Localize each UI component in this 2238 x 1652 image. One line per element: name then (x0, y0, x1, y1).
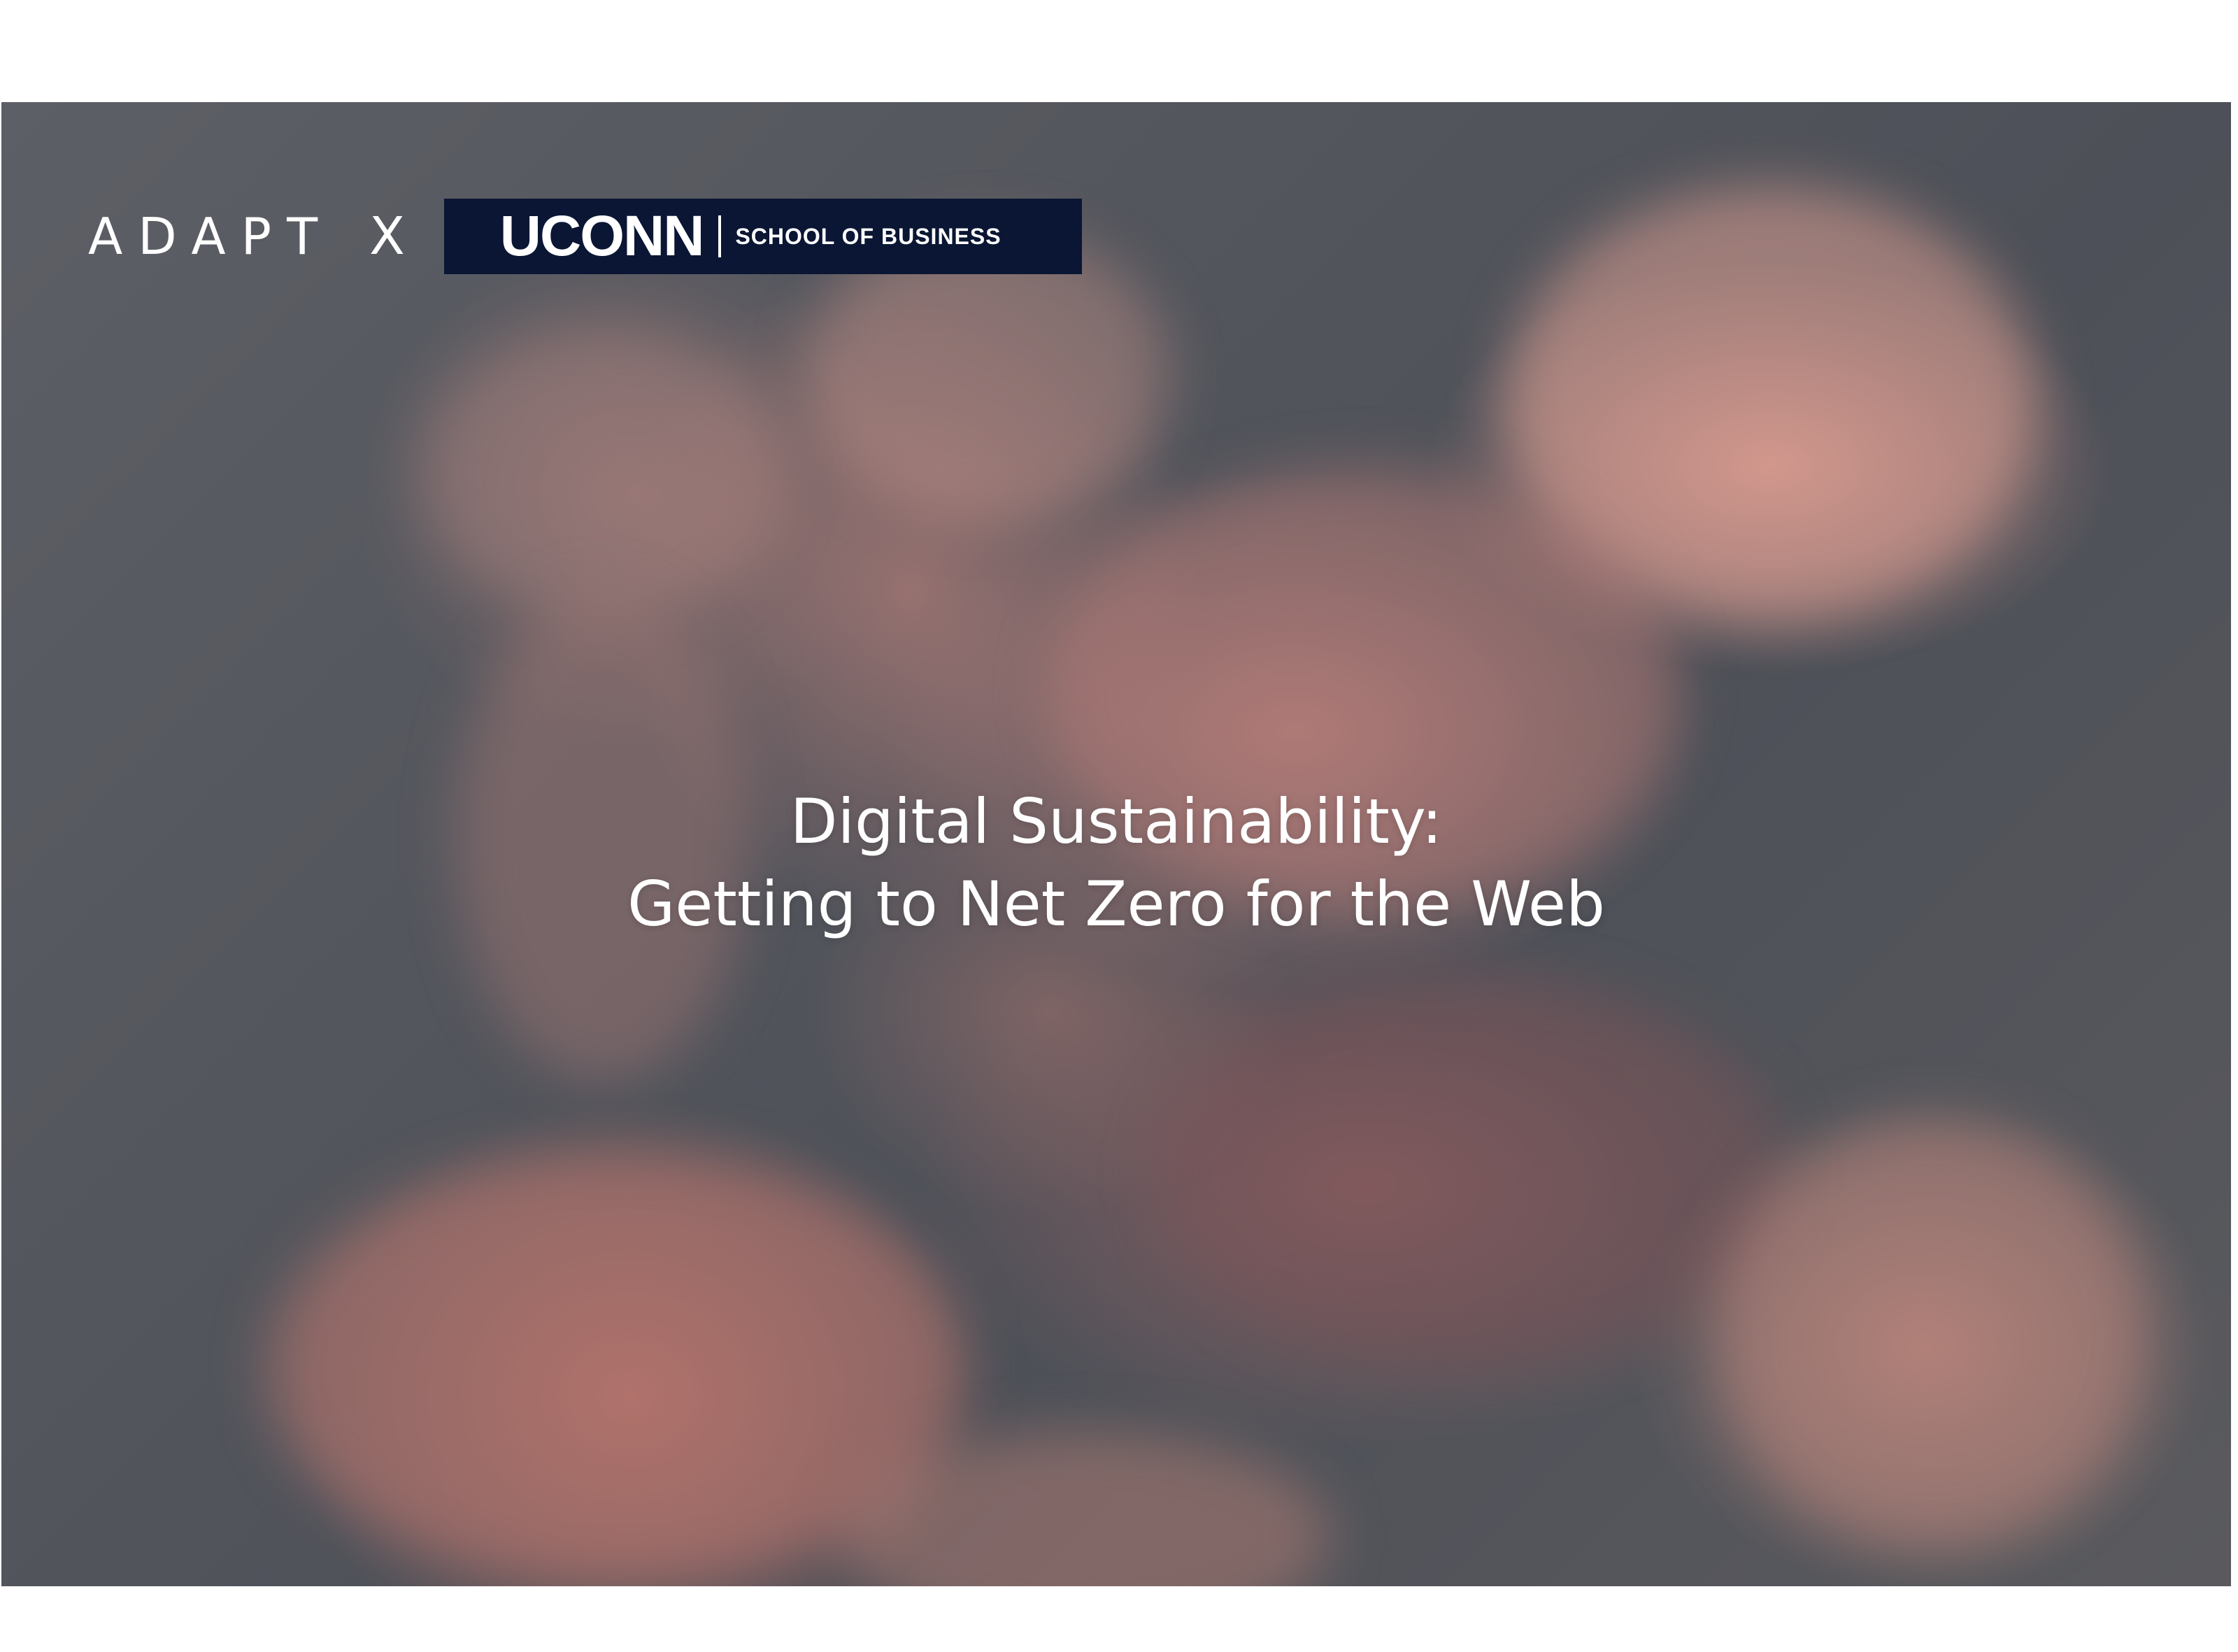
uconn-divider (718, 215, 722, 257)
cloud-shape (421, 326, 785, 620)
title-line-2: Getting to Net Zero for the Web (627, 868, 1605, 940)
uconn-logo: UCONN SCHOOL OF BUSINESS (443, 199, 1082, 274)
uconn-wordmark: UCONN (499, 204, 705, 268)
cloud-shape (1155, 976, 1785, 1368)
title-line-1: Digital Sustainability: (790, 785, 1443, 857)
adapt-logo: ADAPT (88, 207, 334, 266)
page: ADAPT X UCONN SCHOOL OF BUSINESS Digital… (0, 0, 2238, 1652)
collaboration-separator: X (369, 206, 405, 266)
slide-title: Digital Sustainability: Getting to Net Z… (1, 781, 2231, 946)
cloud-shape (1715, 1116, 2148, 1550)
uconn-school-name: SCHOOL OF BUSINESS (735, 224, 1002, 249)
partner-logos: ADAPT X UCONN SCHOOL OF BUSINESS (88, 199, 1082, 274)
slide-hero: ADAPT X UCONN SCHOOL OF BUSINESS Digital… (1, 102, 2231, 1586)
